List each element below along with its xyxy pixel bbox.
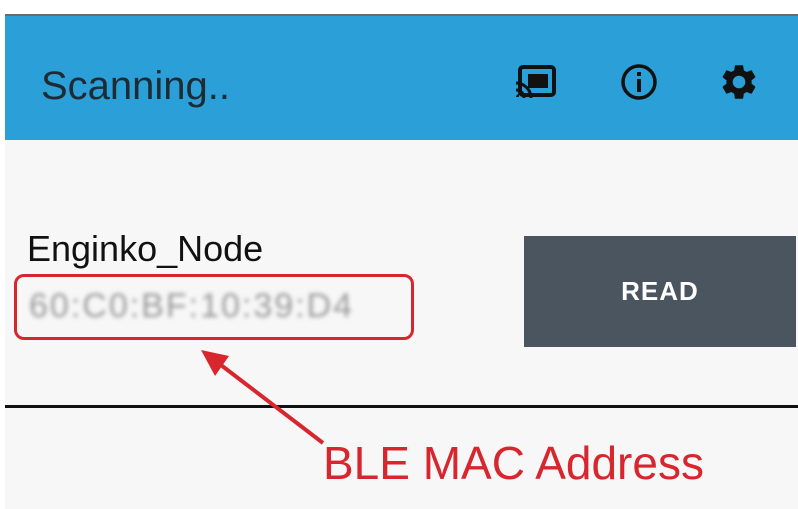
mac-highlight-box: 60:C0:BF:10:39:D4 xyxy=(14,274,414,340)
settings-gear-icon xyxy=(722,65,756,99)
cast-icon xyxy=(515,65,556,99)
settings-button[interactable] xyxy=(709,52,769,112)
list-divider xyxy=(5,405,798,408)
info-button[interactable] xyxy=(609,52,669,112)
info-icon xyxy=(621,64,657,100)
status-strip xyxy=(5,0,798,16)
device-mac-address: 60:C0:BF:10:39:D4 xyxy=(29,287,355,325)
app-screen: Scanning.. Enginko_Node 60:C0:BF:10:39:D… xyxy=(5,0,798,509)
cast-button[interactable] xyxy=(505,52,565,112)
device-name: Enginko_Node xyxy=(27,228,264,269)
annotation-label: BLE MAC Address xyxy=(323,437,704,489)
app-bar-title: Scanning.. xyxy=(41,64,231,108)
read-button[interactable]: READ xyxy=(524,236,796,347)
app-bar: Scanning.. xyxy=(5,16,798,140)
